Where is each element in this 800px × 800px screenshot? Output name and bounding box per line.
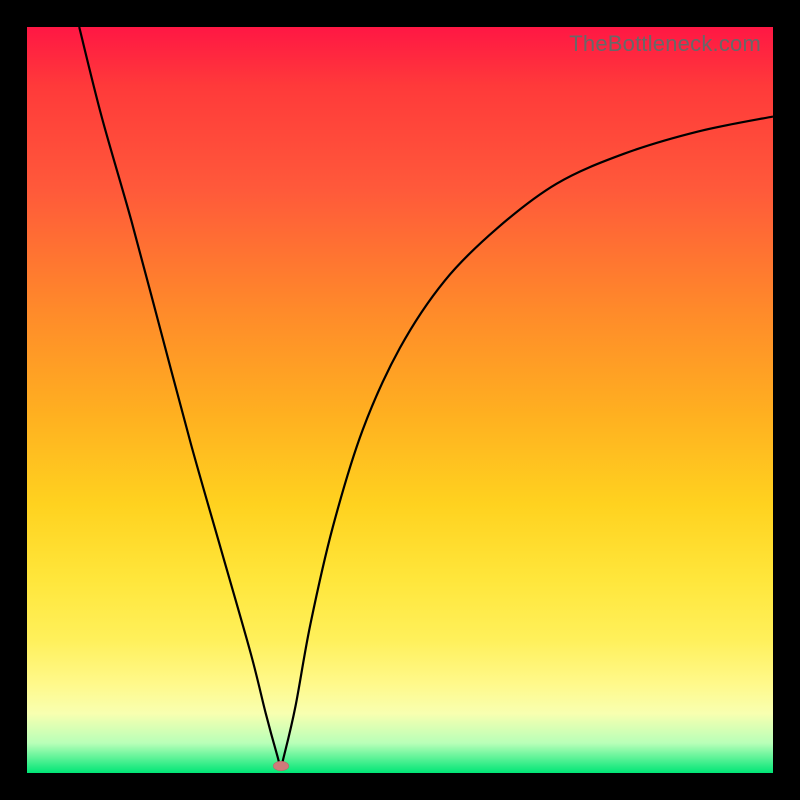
minimum-marker [273,761,289,771]
plot-area: TheBottleneck.com [27,27,773,773]
bottleneck-curve [79,27,773,766]
chart-frame: TheBottleneck.com [0,0,800,800]
curve-svg [27,27,773,773]
